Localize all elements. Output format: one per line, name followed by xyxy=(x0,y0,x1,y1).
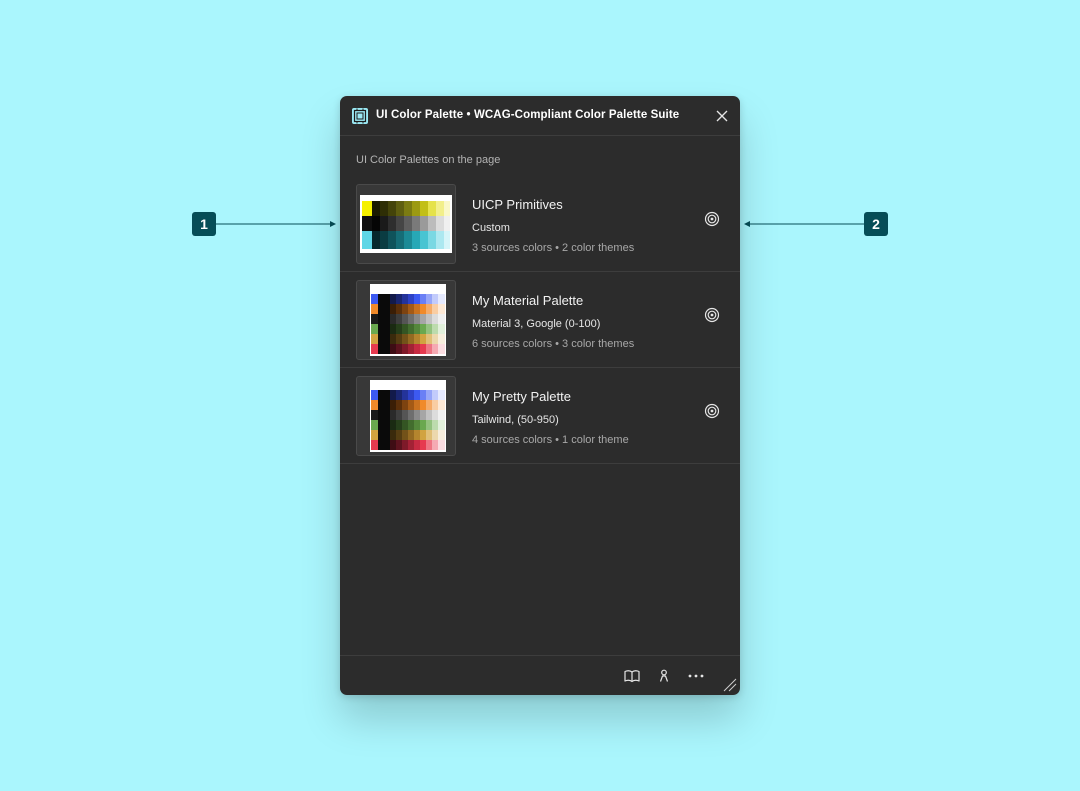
palette-preset: Custom xyxy=(472,222,510,234)
window-title: UI Color Palette • WCAG-Compliant Color … xyxy=(376,109,680,121)
palette-preset: Tailwind, (50-950) xyxy=(472,414,559,426)
callout-badge-1: 1 xyxy=(192,212,216,236)
resize-icon[interactable] xyxy=(723,678,737,692)
close-icon[interactable] xyxy=(712,106,732,126)
callout-arrow-1 xyxy=(216,221,336,227)
palette-list-item[interactable]: My Pretty Palette Tailwind, (50-950) 4 s… xyxy=(340,368,740,464)
palette-preset: Material 3, Google (0-100) xyxy=(472,318,601,330)
callout-badge-2: 2 xyxy=(864,212,888,236)
palette-meta: 4 sources colors • 1 color theme xyxy=(472,434,629,446)
plugin-window: UI Color Palette • WCAG-Compliant Color … xyxy=(340,96,740,695)
callout-arrow-2 xyxy=(744,221,864,227)
palette-name: My Material Palette xyxy=(472,293,584,308)
book-icon[interactable] xyxy=(623,667,641,685)
section-label: UI Color Palettes on the page xyxy=(356,154,501,166)
palette-list-item[interactable]: UICP Primitives Custom 3 sources colors … xyxy=(340,176,740,272)
palette-thumbnail xyxy=(356,376,456,456)
palette-name: UICP Primitives xyxy=(472,197,563,212)
palette-thumbnail xyxy=(356,184,456,264)
target-icon[interactable] xyxy=(702,209,722,229)
person-icon[interactable] xyxy=(655,667,673,685)
more-icon[interactable] xyxy=(687,667,705,685)
title-bar: UI Color Palette • WCAG-Compliant Color … xyxy=(340,96,740,136)
palette-thumbnail xyxy=(356,280,456,360)
palette-name: My Pretty Palette xyxy=(472,389,571,404)
palette-meta: 6 sources colors • 3 color themes xyxy=(472,338,635,350)
footer-bar xyxy=(340,655,740,695)
palette-app-icon xyxy=(352,108,368,124)
palette-list-item[interactable]: My Material Palette Material 3, Google (… xyxy=(340,272,740,368)
palette-meta: 3 sources colors • 2 color themes xyxy=(472,242,635,254)
target-icon[interactable] xyxy=(702,401,722,421)
target-icon[interactable] xyxy=(702,305,722,325)
palette-list: UICP Primitives Custom 3 sources colors … xyxy=(340,176,740,464)
